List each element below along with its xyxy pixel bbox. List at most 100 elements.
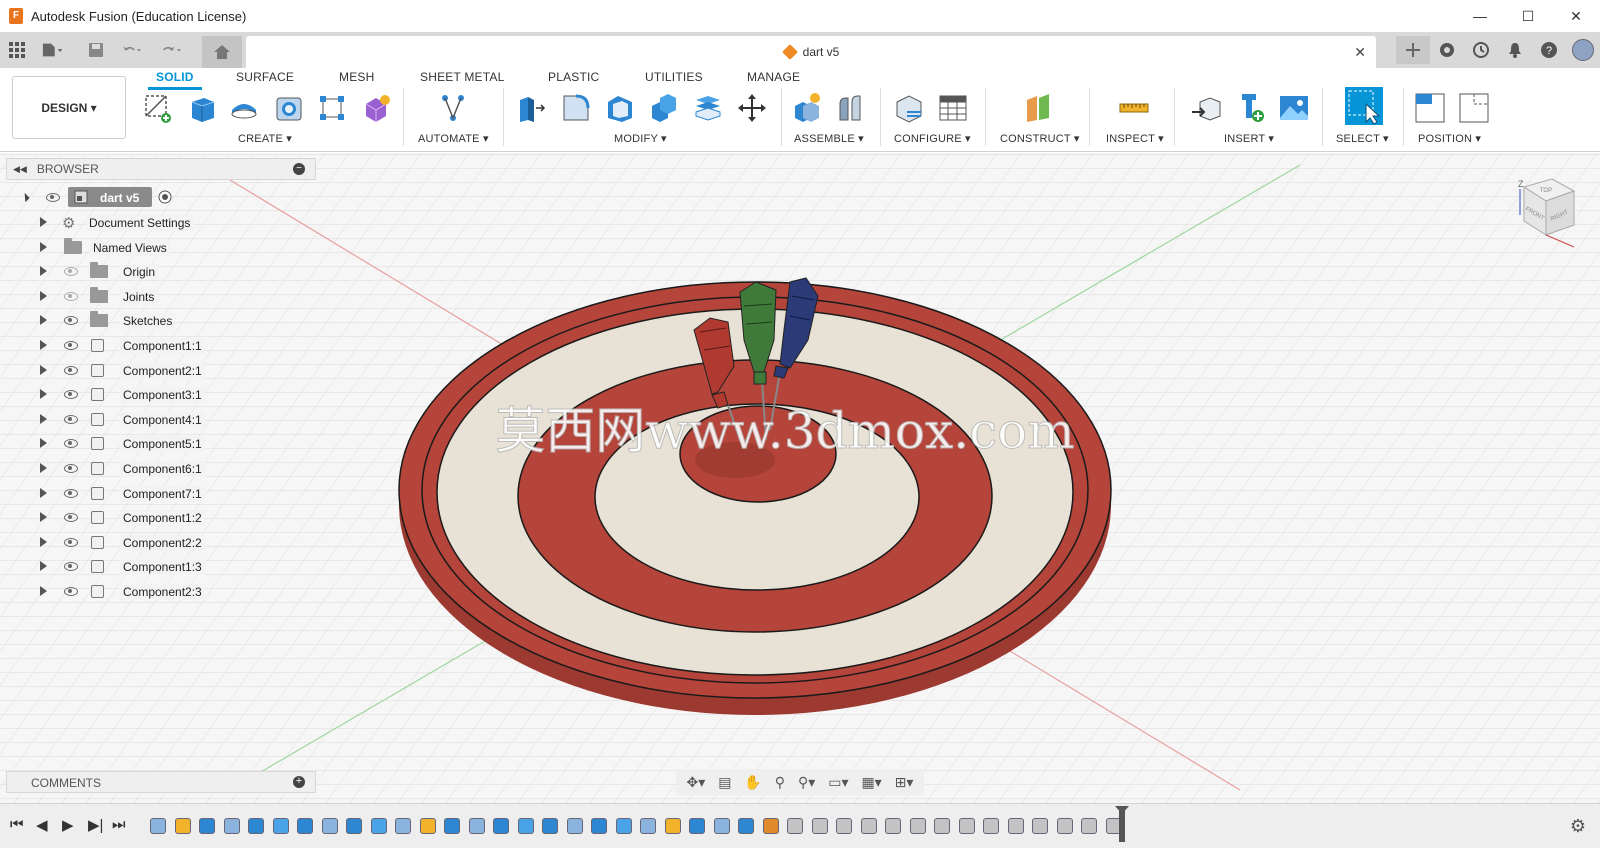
expand-arrow-icon[interactable] [40,586,47,596]
expand-arrow-icon[interactable] [40,561,47,572]
revolve-icon[interactable] [228,92,260,124]
browser-collapse-button[interactable]: − [293,163,305,175]
timeline-feature-icon[interactable] [762,818,779,834]
viewports-icon[interactable]: ⊞▾ [895,774,914,791]
timeline-feature-icon[interactable] [885,818,901,834]
timeline-feature-icon[interactable] [542,818,558,834]
tab-surface[interactable]: SURFACE [236,70,294,84]
document-tab[interactable]: dart v5 ✕ [246,36,1376,68]
timeline-feature-icon[interactable] [1032,818,1048,834]
expand-arrow-icon[interactable] [40,290,47,301]
user-avatar-button[interactable] [1566,36,1600,64]
expand-arrow-icon[interactable] [40,241,47,252]
browser-item-row[interactable]: Component3:1 [0,384,210,406]
timeline-feature-icon[interactable] [1056,818,1073,834]
create-sketch-icon[interactable] [142,92,174,124]
capture-position-icon[interactable] [1414,92,1446,124]
create-group-label[interactable]: CREATE ▾ [238,132,292,145]
offset-plane-icon[interactable] [1023,92,1055,124]
timeline-feature-icon[interactable] [297,818,313,834]
extrude-icon[interactable] [186,92,218,124]
expand-root-icon[interactable] [20,192,30,203]
help-icon[interactable]: ? [1532,36,1566,64]
visibility-eye-icon[interactable] [64,341,78,350]
timeline-feature-icon[interactable] [591,818,607,834]
close-window-button[interactable]: ✕ [1552,0,1600,32]
press-pull-icon[interactable] [516,92,548,124]
browser-item-row[interactable]: ⚙ Document Settings [0,212,210,234]
combine-icon[interactable] [648,92,680,124]
timeline-feature-icon[interactable] [860,818,877,834]
visibility-eye-icon[interactable] [64,562,78,572]
create-form-icon[interactable] [360,92,392,124]
browser-item-row[interactable]: Component1:1 [0,335,210,357]
viewcube[interactable]: Z TOP FRONT RIGHT [1514,175,1578,255]
notifications-bell-icon[interactable] [1498,36,1532,64]
timeline-next-button[interactable]: ▶| [88,816,103,834]
look-at-icon[interactable]: ▤ [718,774,731,791]
visibility-eye-icon[interactable] [64,390,78,400]
position-group-label[interactable]: POSITION ▾ [1418,132,1481,145]
expand-arrow-icon[interactable] [40,340,47,350]
timeline-feature-icon[interactable] [321,818,338,834]
workspace-switcher-button[interactable]: DESIGN ▾ [12,76,126,139]
timeline-settings-icon[interactable]: ⚙ [1570,816,1586,837]
grid-settings-icon[interactable]: ▦▾ [861,774,881,791]
visibility-eye-icon[interactable] [64,414,78,424]
timeline-feature-icon[interactable] [958,818,975,834]
shell-icon[interactable] [604,92,636,124]
tab-plastic[interactable]: PLASTIC [548,70,599,84]
browser-item-row[interactable]: Component2:2 [0,532,210,554]
orbit-icon[interactable]: ✥▾ [686,774,705,791]
timeline-feature-icon[interactable] [689,818,705,834]
modify-group-label[interactable]: MODIFY ▾ [614,132,667,145]
timeline-feature-icon[interactable] [150,818,166,834]
visibility-eye-icon[interactable] [64,537,78,547]
construct-group-label[interactable]: CONSTRUCT ▾ [1000,132,1080,145]
redo-icon[interactable] [162,40,182,60]
timeline-play-button[interactable]: ▶ [62,816,74,834]
expand-arrow-icon[interactable] [40,487,47,498]
timeline-feature-icon[interactable] [615,818,632,834]
timeline-feature-icon[interactable] [983,818,999,834]
timeline-feature-icon[interactable] [174,818,191,834]
timeline-feature-icon[interactable] [223,818,240,834]
browser-item-row[interactable]: Named Views [0,237,210,259]
tree-root-row[interactable]: dart v5 [0,187,200,209]
tab-solid[interactable]: SOLID [156,70,194,84]
browser-item-row[interactable]: Component6:1 [0,458,210,480]
timeline-feature-icon[interactable] [811,818,828,834]
expand-arrow-icon[interactable] [40,364,47,375]
expand-arrow-icon[interactable] [40,438,47,449]
browser-item-row[interactable]: Sketches [0,310,210,332]
timeline-feature-icon[interactable] [934,818,950,834]
timeline-feature-icon[interactable] [517,818,534,834]
browser-item-row[interactable]: Component2:1 [0,360,210,382]
timeline-previous-button[interactable]: ◀ [36,816,48,834]
timeline-last-button[interactable]: ⏭ [112,816,126,833]
timeline-feature-icon[interactable] [493,818,509,834]
browser-item-row[interactable]: Joints [0,286,210,308]
insert-group-label[interactable]: INSERT ▾ [1224,132,1274,145]
timeline-feature-icon[interactable] [713,818,730,834]
insert-mcmaster-icon[interactable] [1234,92,1266,124]
timeline-feature-icon[interactable] [787,818,803,834]
app-grid-icon[interactable] [7,40,27,60]
timeline-feature-icon[interactable] [395,818,411,834]
home-tab[interactable] [202,36,242,68]
visibility-eye-icon[interactable] [64,291,78,301]
tab-manage[interactable]: MANAGE [747,70,800,84]
measure-icon[interactable] [1118,92,1150,124]
timeline-feature-icon[interactable] [738,818,754,834]
automate-icon[interactable] [437,92,469,124]
timeline-marker[interactable] [1115,806,1129,842]
expand-arrow-icon[interactable] [40,536,47,547]
timeline-first-button[interactable]: ⏮ [10,816,24,833]
timeline-feature-icon[interactable] [640,818,656,834]
timeline-feature-icon[interactable] [346,818,362,834]
visibility-eye-icon[interactable] [64,267,78,277]
visibility-eye-icon[interactable] [64,587,78,596]
new-component-icon[interactable] [791,92,823,124]
timeline-feature-icon[interactable] [419,818,436,834]
fit-zoom-icon[interactable]: ⚲▾ [798,774,815,791]
